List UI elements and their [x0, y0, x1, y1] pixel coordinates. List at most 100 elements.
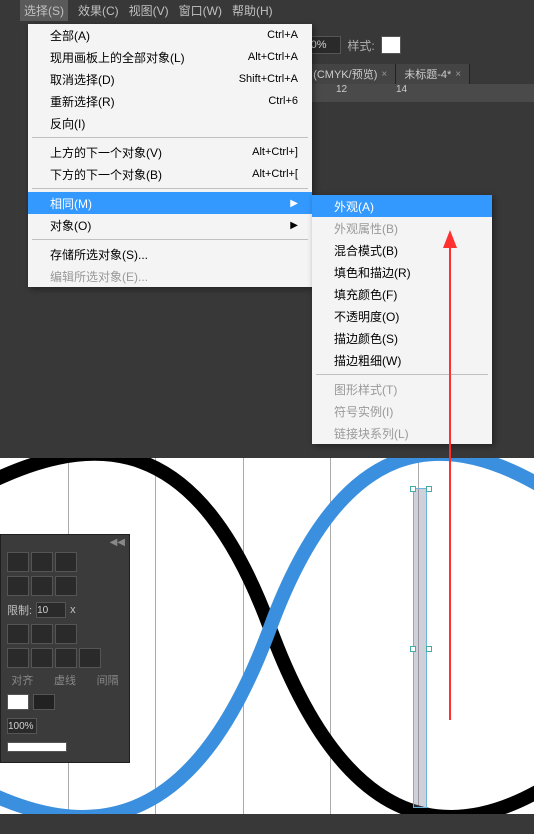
menu-item-next-below[interactable]: 下方的下一个对象(B) Alt+Ctrl+[	[28, 163, 312, 185]
selection-handle[interactable]	[410, 646, 416, 652]
menu-item-deselect[interactable]: 取消选择(D) Shift+Ctrl+A	[28, 68, 312, 90]
submenu-opacity[interactable]: 不透明度(O)	[312, 305, 492, 327]
cap-round[interactable]	[31, 552, 53, 572]
align-outside[interactable]	[55, 624, 77, 644]
shortcut: Alt+Ctrl+[	[252, 168, 298, 180]
label: 反向(I)	[50, 115, 85, 132]
scale-row	[1, 714, 129, 738]
miter-limit-row: 限制: x	[1, 598, 129, 622]
submenu-stroke-color[interactable]: 描边颜色(S)	[312, 327, 492, 349]
corner-bevel[interactable]	[55, 576, 77, 596]
submenu-graphic-style: 图形样式(T)	[312, 378, 492, 400]
select-menu-dropdown: 全部(A) Ctrl+A 现用画板上的全部对象(L) Alt+Ctrl+A 取消…	[28, 24, 312, 287]
collapse-icon[interactable]: ◀◀	[110, 537, 125, 548]
menu-item-next-above[interactable]: 上方的下一个对象(V) Alt+Ctrl+]	[28, 141, 312, 163]
label: 描边颜色(S)	[334, 330, 398, 347]
label: 下方的下一个对象(B)	[50, 166, 162, 183]
dash-field[interactable]	[79, 648, 101, 668]
menu-help[interactable]: 帮助(H)	[232, 2, 273, 19]
style-swatch[interactable]	[381, 36, 401, 54]
menu-view[interactable]: 视图(V)	[129, 2, 169, 19]
label: 填充颜色(F)	[334, 286, 397, 303]
align-inside[interactable]	[31, 624, 53, 644]
submenu-appearance-attr: 外观属性(B)	[312, 217, 492, 239]
label: 存储所选对象(S)...	[50, 246, 148, 263]
submenu-stroke-weight[interactable]: 描边粗细(W)	[312, 349, 492, 371]
menu-item-inverse[interactable]: 反向(I)	[28, 112, 312, 134]
corner-miter[interactable]	[7, 576, 29, 596]
label: 对象(O)	[50, 217, 91, 234]
selection-handle[interactable]	[426, 486, 432, 492]
separator	[32, 137, 308, 138]
separator	[32, 239, 308, 240]
panel-header: ◀◀	[1, 535, 129, 550]
document-tab-2[interactable]: 未标题-4* ×	[396, 64, 470, 84]
menu-item-same[interactable]: 相同(M) ▶	[28, 192, 312, 214]
submenu-fill-stroke[interactable]: 填色和描边(R)	[312, 261, 492, 283]
label: 符号实例(I)	[334, 403, 393, 420]
align-stroke-buttons	[1, 622, 129, 646]
ruler-tick: 12	[334, 84, 394, 102]
menu-item-artboard-all[interactable]: 现用画板上的全部对象(L) Alt+Ctrl+A	[28, 46, 312, 68]
cap-buttons	[1, 550, 129, 574]
label: 全部(A)	[50, 27, 90, 44]
cap-square[interactable]	[55, 552, 77, 572]
menu-window[interactable]: 窗口(W)	[179, 2, 222, 19]
label: 外观(A)	[334, 198, 374, 215]
menu-item-object[interactable]: 对象(O) ▶	[28, 214, 312, 236]
label: 间隔	[97, 672, 119, 688]
stroke-panel[interactable]: ◀◀ 限制: x 对齐 虚线 间隔	[0, 534, 130, 763]
submenu-appearance[interactable]: 外观(A)	[312, 195, 492, 217]
label: 上方的下一个对象(V)	[50, 144, 162, 161]
corner-buttons	[1, 574, 129, 598]
arrowheads	[1, 690, 129, 714]
scale-input[interactable]	[7, 718, 37, 734]
dash-labels: 对齐 虚线 间隔	[1, 670, 129, 690]
label: 取消选择(D)	[50, 71, 115, 88]
arrow-end[interactable]	[33, 694, 55, 710]
same-submenu: 外观(A) 外观属性(B) 混合模式(B) 填色和描边(R) 填充颜色(F) 不…	[312, 195, 492, 444]
menu-select[interactable]: 选择(S)	[20, 0, 68, 21]
align-center[interactable]	[7, 624, 29, 644]
shortcut: Ctrl+6	[268, 95, 298, 107]
selection-handle[interactable]	[410, 486, 416, 492]
selection-handle[interactable]	[426, 646, 432, 652]
chevron-right-icon: ▶	[290, 220, 298, 231]
profile-preview[interactable]	[7, 742, 67, 752]
close-icon[interactable]: ×	[455, 69, 461, 80]
dash-field[interactable]	[31, 648, 53, 668]
submenu-fill-color[interactable]: 填充颜色(F)	[312, 283, 492, 305]
dash-field[interactable]	[7, 648, 29, 668]
menu-item-all[interactable]: 全部(A) Ctrl+A	[28, 24, 312, 46]
ruler-tick: 14	[394, 84, 454, 102]
submenu-link-block: 链接块系列(L)	[312, 422, 492, 444]
menubar: 选择(S) 效果(C) 视图(V) 窗口(W) 帮助(H)	[0, 0, 534, 20]
label: 外观属性(B)	[334, 220, 398, 237]
profile-row	[1, 738, 129, 756]
limit-input[interactable]	[36, 602, 66, 618]
submenu-symbol-instance: 符号实例(I)	[312, 400, 492, 422]
dash-field[interactable]	[55, 648, 77, 668]
label: 填色和描边(R)	[334, 264, 411, 281]
tab-label: 未标题-4*	[404, 66, 451, 82]
dash-inputs	[1, 646, 129, 670]
menu-item-edit-selection: 编辑所选对象(E)...	[28, 265, 312, 287]
options-bar: 度: 样式:	[274, 30, 534, 60]
submenu-blend-mode[interactable]: 混合模式(B)	[312, 239, 492, 261]
label: 相同(M)	[50, 195, 92, 212]
menu-item-save-selection[interactable]: 存储所选对象(S)...	[28, 243, 312, 265]
separator	[32, 188, 308, 189]
chevron-right-icon: ▶	[290, 198, 298, 209]
menu-item-reselect[interactable]: 重新选择(R) Ctrl+6	[28, 90, 312, 112]
shortcut: Shift+Ctrl+A	[239, 73, 298, 85]
shortcut: Alt+Ctrl+]	[252, 146, 298, 158]
ruler: 10 12 14	[274, 84, 534, 102]
arrow-start[interactable]	[7, 694, 29, 710]
label: 链接块系列(L)	[334, 425, 409, 442]
label: 混合模式(B)	[334, 242, 398, 259]
limit-label: 限制:	[7, 602, 32, 618]
menu-effect[interactable]: 效果(C)	[78, 2, 119, 19]
corner-round[interactable]	[31, 576, 53, 596]
cap-butt[interactable]	[7, 552, 29, 572]
close-icon[interactable]: ×	[381, 69, 387, 80]
